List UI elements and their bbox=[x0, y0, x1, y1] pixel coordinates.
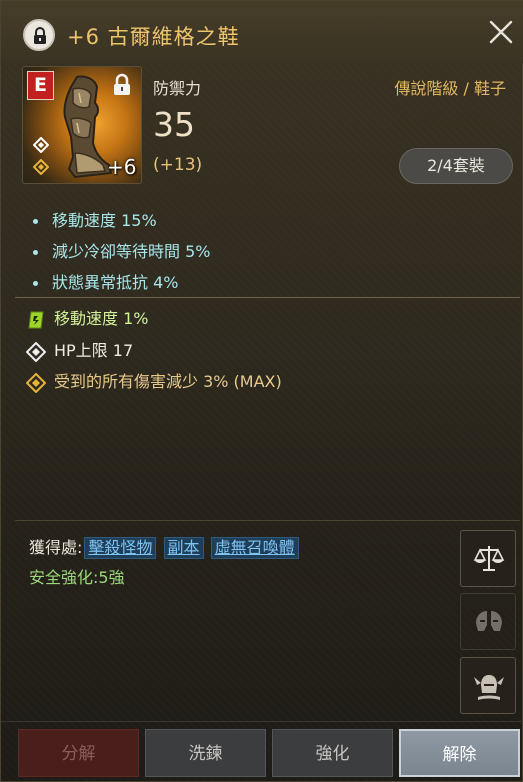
base-effect-text: 狀態異常抵抗 4% bbox=[52, 273, 179, 292]
green-scroll-icon bbox=[26, 310, 46, 330]
base-effect-text: 移動速度 15% bbox=[52, 211, 157, 230]
grade-badge: E bbox=[27, 71, 54, 100]
winged-helmet-icon bbox=[474, 675, 504, 700]
release-button[interactable]: 解除 bbox=[399, 729, 520, 777]
decompose-button[interactable]: 分解 bbox=[18, 729, 139, 777]
source-link-dungeon[interactable]: 副本 bbox=[163, 537, 204, 559]
grade-type: 傳說階級 / 鞋子 bbox=[394, 79, 506, 98]
base-effect-text: 減少冷卻等待時間 5% bbox=[52, 242, 211, 261]
item-icon[interactable]: E +6 bbox=[22, 66, 142, 184]
refine-button[interactable]: 洗鍊 bbox=[145, 729, 266, 777]
base-effect: 移動速度 15% bbox=[33, 207, 157, 231]
set-badge-button[interactable]: 2/4套裝 bbox=[399, 148, 513, 184]
bullet-icon bbox=[33, 219, 38, 224]
boot-icon bbox=[63, 75, 113, 179]
safe-enhance-text: 安全強化:5強 bbox=[29, 568, 125, 587]
divider bbox=[1, 721, 523, 722]
enhance-button[interactable]: 強化 bbox=[272, 729, 393, 777]
gold-diamond-icon bbox=[25, 372, 47, 393]
stat-label: 防禦力 bbox=[153, 79, 202, 98]
compare-button[interactable] bbox=[460, 530, 516, 587]
base-effect: 減少冷卻等待時間 5% bbox=[33, 238, 210, 262]
acquire-label: 獲得處: bbox=[29, 538, 83, 557]
source-link-monster[interactable]: 擊殺怪物 bbox=[84, 537, 157, 559]
acquire-source: 獲得處: 擊殺怪物 副本 虛無召喚體 bbox=[29, 534, 299, 559]
item-title: +6 古爾維格之鞋 bbox=[67, 25, 240, 49]
base-effect: 狀態異常抵抗 4% bbox=[33, 269, 178, 293]
split-helmet-icon bbox=[476, 611, 502, 631]
enhance-level: +6 bbox=[107, 155, 137, 179]
extra-effect-text: 移動速度 1% bbox=[54, 309, 149, 328]
extra-effect: 移動速度 1% bbox=[26, 305, 148, 330]
scales-icon bbox=[473, 546, 505, 571]
lock-icon[interactable] bbox=[23, 19, 55, 51]
extra-effect-text: 受到的所有傷害減少 3% (MAX) bbox=[54, 372, 282, 391]
extra-effect-text: HP上限 17 bbox=[54, 341, 134, 360]
divider bbox=[15, 297, 520, 298]
white-diamond-icon bbox=[25, 341, 47, 362]
white-diamond-icon bbox=[33, 137, 49, 153]
close-icon[interactable] bbox=[485, 16, 517, 48]
split-view-button[interactable] bbox=[460, 593, 516, 650]
extra-effect: 受到的所有傷害減少 3% (MAX) bbox=[25, 368, 282, 393]
tooltip-header: +6 古爾維格之鞋 bbox=[1, 1, 523, 63]
source-link-summon[interactable]: 虛無召喚體 bbox=[210, 537, 299, 559]
divider bbox=[15, 520, 520, 521]
bullet-icon bbox=[33, 281, 38, 286]
extra-effect: HP上限 17 bbox=[25, 337, 134, 362]
item-lock-icon bbox=[114, 73, 130, 95]
stat-value: 35 bbox=[153, 105, 195, 144]
stat-bonus: (+13) bbox=[153, 155, 203, 175]
item-tooltip-panel: +6 古爾維格之鞋 E +6 防禦力 35 (+13) 傳說階級 / 鞋子 2/… bbox=[0, 0, 523, 782]
bullet-icon bbox=[33, 250, 38, 255]
gold-diamond-icon bbox=[33, 159, 49, 175]
appearance-button[interactable] bbox=[460, 657, 516, 714]
